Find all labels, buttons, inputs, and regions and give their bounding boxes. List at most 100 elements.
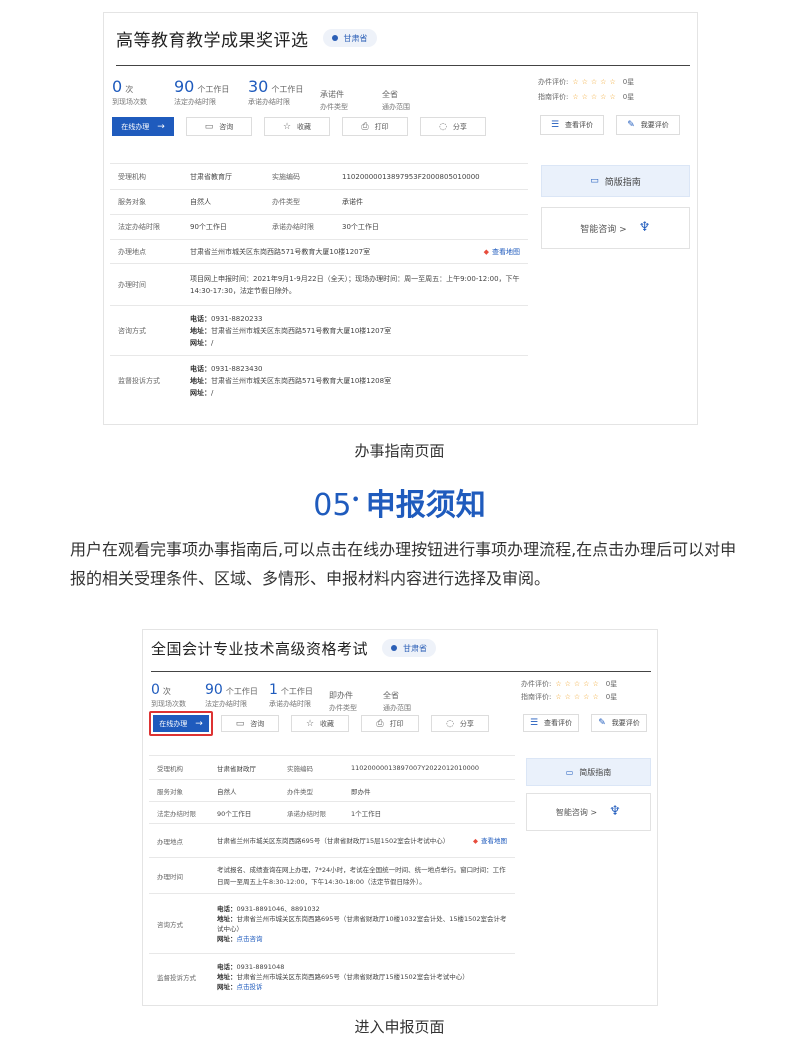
share-button[interactable]: ◌ 分享 xyxy=(420,117,486,136)
table-row: 咨询方式 电话：0931-8891046、8891032 地址：甘肃省兰州市城关… xyxy=(149,893,515,954)
share-button[interactable]: ◌ 分享 xyxy=(431,715,489,732)
document-icon: ▭ xyxy=(565,767,574,777)
table-row: 办理时间 考试报名、成绩查询在网上办理，7*24小时，考试在全国统一时间、统一地… xyxy=(149,857,515,894)
rating-stars[interactable]: ☆☆☆☆☆ xyxy=(572,93,618,101)
collect-button[interactable]: ☆ 收藏 xyxy=(264,117,330,136)
location-badge[interactable]: 甘肃省 xyxy=(382,639,437,657)
stat-legal-limit: 90 个工作日 法定办结时限 xyxy=(205,682,258,708)
star-icon: ☆ xyxy=(282,121,292,132)
table-row: 法定办结时限 90个工作日 承诺办结时限 1个工作日 xyxy=(149,801,515,824)
brief-guide-button[interactable]: ▭ 简版指南 xyxy=(526,758,651,786)
table-row: 受理机构 甘肃省财政厅 实施编码 11020000013897007Y20220… xyxy=(149,755,515,780)
evaluation-buttons: ☰ 查看评价 ✎ 我要评价 xyxy=(523,714,647,732)
caption-apply: 进入申报页面 xyxy=(354,1018,445,1036)
caption-guide: 办事指南页面 xyxy=(354,442,445,460)
stat-promise-limit: 1 个工作日 承诺办结时限 xyxy=(269,682,313,708)
table-row: 办理地点 ◆ 查看地图 甘肃省兰州市城关区东岗西路695号（甘肃省财政厅15层150… xyxy=(149,823,515,858)
rating-stars[interactable]: ☆☆☆☆☆ xyxy=(572,78,618,86)
eval-row-2: 指南评价: ☆☆☆☆☆ 0星 xyxy=(538,93,635,101)
table-row: 办理时间 项目网上申报时间：2021年9月1-9月22日（全天）；现场办理时间：… xyxy=(110,263,528,306)
map-icon: ◆ xyxy=(473,836,478,845)
stat-type: 承诺件 办件类型 xyxy=(320,90,348,111)
location-badge[interactable]: 甘肃省 xyxy=(322,29,377,47)
address-text: 甘肃省兰州市城关区东岗西路695号（甘肃省财政厅15层1502室会计考试中心） xyxy=(217,836,450,845)
title-divider xyxy=(151,671,651,672)
edit-icon: ✎ xyxy=(627,120,635,130)
arrow-right-icon: → xyxy=(157,121,165,132)
stat-scope: 全省 通办范围 xyxy=(382,90,410,111)
evaluation-box: 办件评价: ☆☆☆☆☆ 0星 指南评价: ☆☆☆☆☆ 0星 xyxy=(538,75,634,105)
printer-icon: ⎙ xyxy=(361,121,369,132)
my-evaluation-button[interactable]: ✎ 我要评价 xyxy=(616,115,680,135)
collect-button[interactable]: ☆ 收藏 xyxy=(291,715,349,732)
table-row: 办理地点 甘肃省兰州市城关区东岗西路571号教育大厦10楼1207室 ◆ 查看地图 xyxy=(110,239,528,264)
smart-consult-button[interactable]: 智能咨询 > ♆ xyxy=(526,793,651,831)
online-handle-button[interactable]: 在线办理 → xyxy=(112,117,174,136)
location-label: 甘肃省 xyxy=(403,643,428,653)
document-icon: ▭ xyxy=(590,176,599,186)
my-evaluation-button[interactable]: ✎ 我要评价 xyxy=(591,714,647,732)
table-row: 服务对象 自然人 办件类型 即办件 xyxy=(149,779,515,802)
smart-consult-button[interactable]: 智能咨询 > ♆ xyxy=(541,207,690,249)
action-row: 在线办理 → ▭ 咨询 ☆ 收藏 ⎙ 打印 ◌ 分享 xyxy=(112,117,498,136)
info-table: 受理机构 甘肃省教育厅 实施编码 11020000013897953F20008… xyxy=(110,163,528,406)
dot-icon: • xyxy=(351,493,360,508)
chat-icon: ▭ xyxy=(204,121,214,132)
view-map-link[interactable]: ◆ 查看地图 xyxy=(473,835,507,847)
table-row: 服务对象 自然人 办件类型 承诺件 xyxy=(110,189,528,215)
robot-icon: ♆ xyxy=(609,804,621,819)
rating-stars[interactable]: ☆☆☆☆☆ xyxy=(555,680,601,688)
guide-screenshot: 高等教育教学成果奖评选 甘肃省 0 次到现场次数 90 个工作日 法定办结时限 30 个… xyxy=(103,12,698,425)
consult-button[interactable]: ▭ 咨询 xyxy=(186,117,252,136)
star-icon: ☆ xyxy=(305,718,315,729)
table-row: 受理机构 甘肃省教育厅 实施编码 11020000013897953F20008… xyxy=(110,163,528,190)
title-row: 全国会计专业技术高级资格考试 甘肃省 xyxy=(151,636,437,660)
eval-row-2: 指南评价: ☆☆☆☆☆ 0星 xyxy=(521,693,618,701)
chat-icon: ▭ xyxy=(235,718,245,729)
evaluation-box: 办件评价: ☆☆☆☆☆ 0星 指南评价: ☆☆☆☆☆ 0星 xyxy=(521,678,617,704)
stat-promise-limit: 30 个工作日 承诺办结时限 xyxy=(248,77,304,106)
section-paragraph: 用户在观看完事项办事指南后,可以点击在线办理按钮进行事项办理流程,在点击办理后可… xyxy=(70,540,737,588)
location-pin-icon xyxy=(391,645,398,651)
section-heading: 05• 申报须知 xyxy=(313,488,486,523)
apply-screenshot: 全国会计专业技术高级资格考试 甘肃省 0 次到现场次数 90 个工作日 法定办结时限 … xyxy=(142,629,658,1006)
eval-row-1: 办件评价: ☆☆☆☆☆ 0星 xyxy=(521,680,618,688)
share-icon: ◌ xyxy=(439,121,447,132)
view-map-link[interactable]: ◆ 查看地图 xyxy=(484,247,520,257)
page: 高等教育教学成果奖评选 甘肃省 0 次到现场次数 90 个工作日 法定办结时限 30 个… xyxy=(0,0,799,1050)
brief-guide-button[interactable]: ▭ 简版指南 xyxy=(541,165,690,197)
list-icon: ☰ xyxy=(529,718,539,728)
stat-scope: 全省 通办范围 xyxy=(383,691,411,712)
view-evaluation-button[interactable]: ☰ 查看评价 xyxy=(523,714,579,732)
list-icon: ☰ xyxy=(550,120,560,130)
eval-row-1: 办件评价: ☆☆☆☆☆ 0星 xyxy=(538,78,635,86)
stat-legal-limit: 90 个工作日 法定办结时限 xyxy=(174,77,230,106)
complaint-web-link[interactable]: / xyxy=(211,389,213,397)
evaluation-buttons: ☰ 查看评价 ✎ 我要评价 xyxy=(540,115,680,135)
edit-icon: ✎ xyxy=(598,718,606,728)
complaint-web-link[interactable]: 点击投诉 xyxy=(237,983,263,991)
stat-visits: 0 次到现场次数 xyxy=(151,682,186,708)
location-pin-icon xyxy=(331,35,338,41)
stat-visits: 0 次到现场次数 xyxy=(112,77,147,106)
stats-row: 0 次到现场次数 90 个工作日 法定办结时限 30 个工作日 承诺办结时限 承诺件 办件类… xyxy=(112,77,444,112)
rating-stars[interactable]: ☆☆☆☆☆ xyxy=(555,693,601,701)
page-title: 高等教育教学成果奖评选 xyxy=(116,30,309,51)
map-icon: ◆ xyxy=(483,247,489,256)
view-evaluation-button[interactable]: ☰ 查看评价 xyxy=(540,115,604,135)
table-row: 咨询方式 电话：0931-8820233 地址：甘肃省兰州市城关区东岗西路571… xyxy=(110,305,528,356)
consult-web-link[interactable]: 点击咨询 xyxy=(237,935,263,943)
print-button[interactable]: ⎙ 打印 xyxy=(342,117,408,136)
title-divider xyxy=(116,65,690,66)
info-table: 受理机构 甘肃省财政厅 实施编码 11020000013897007Y20220… xyxy=(149,755,515,1000)
location-label: 甘肃省 xyxy=(343,33,368,43)
title-row: 高等教育教学成果奖评选 甘肃省 xyxy=(116,25,377,51)
consult-web-link[interactable]: / xyxy=(211,339,213,347)
address-text: 甘肃省兰州市城关区东岗西路571号教育大厦10楼1207室 xyxy=(190,247,371,256)
page-title: 全国会计专业技术高级资格考试 xyxy=(151,639,369,658)
table-row: 监督投诉方式 电话：0931-8891048 地址：甘肃省兰州市城关区东岗西路6… xyxy=(149,953,515,1000)
robot-icon: ♆ xyxy=(638,220,651,235)
consult-button[interactable]: ▭ 咨询 xyxy=(221,715,279,732)
highlight-box xyxy=(149,711,213,736)
print-button[interactable]: ⎙ 打印 xyxy=(361,715,419,732)
